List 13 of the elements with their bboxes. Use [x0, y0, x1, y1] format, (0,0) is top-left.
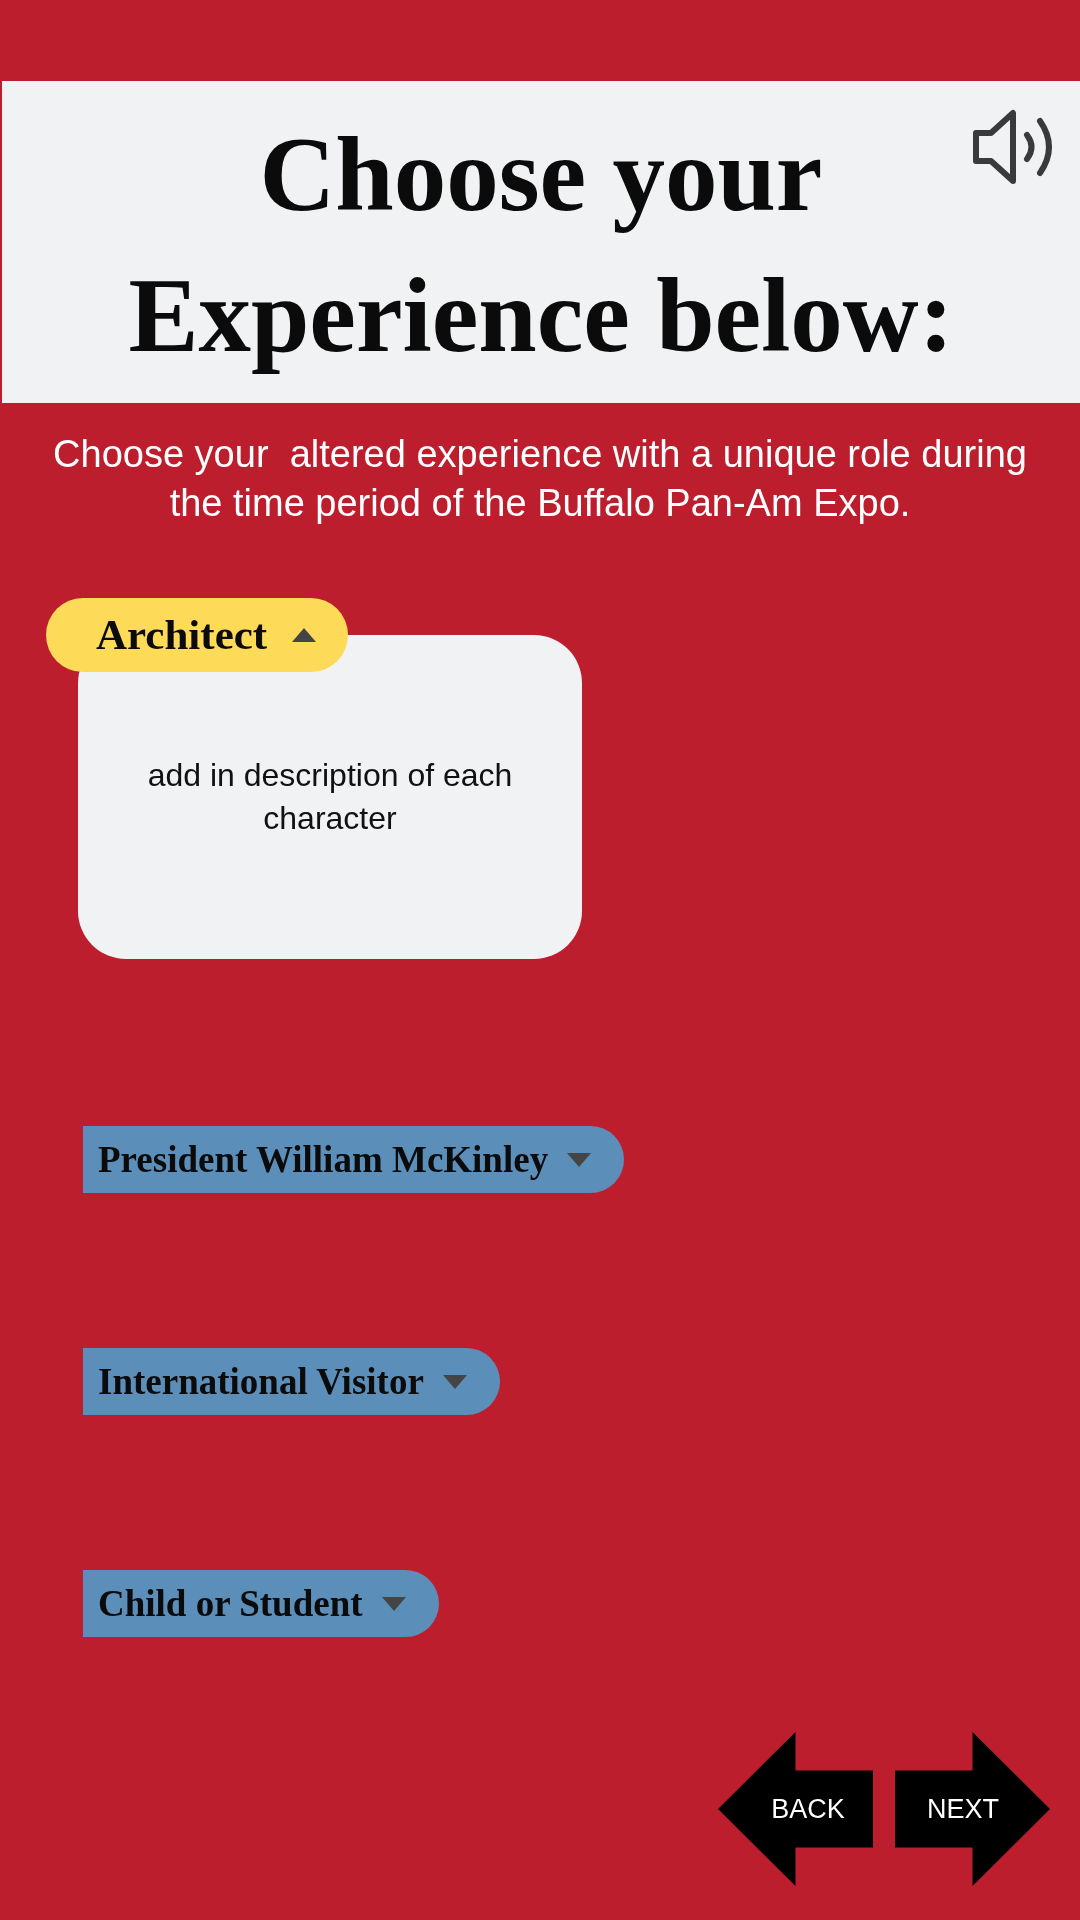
caret-down-icon: [381, 1596, 406, 1611]
role-toggle[interactable]: Child or Student: [83, 1570, 439, 1637]
caret-up-icon: [292, 628, 317, 642]
page-title: Choose your Experience below:: [127, 115, 955, 376]
role-toggle[interactable]: International Visitor: [83, 1348, 500, 1415]
caret-down-icon: [442, 1374, 467, 1389]
caret-down-icon: [567, 1152, 592, 1167]
role-toggle[interactable]: President William McKinley: [83, 1126, 625, 1193]
role-toggle[interactable]: Architect: [46, 598, 349, 672]
page-subtitle: Choose your altered experience with a unique role during the time period of the Buffalo Pan-Am Expo.: [52, 432, 1028, 526]
back-arrow-button[interactable]: BACK: [718, 1732, 873, 1886]
next-arrow-button[interactable]: NEXT: [895, 1732, 1050, 1886]
description-text: add in description of each character: [146, 756, 514, 838]
